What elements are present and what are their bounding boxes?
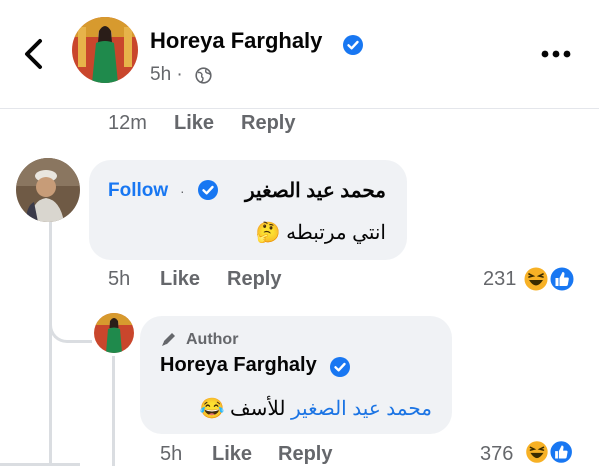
- laughing-emoji: 😂: [199, 398, 225, 420]
- avatar[interactable]: [16, 158, 80, 222]
- back-button[interactable]: [20, 36, 48, 72]
- haha-icon: [524, 439, 550, 465]
- reaction-icons[interactable]: [522, 264, 578, 294]
- like-button[interactable]: Like: [212, 443, 252, 466]
- reaction-count[interactable]: 231: [483, 268, 516, 291]
- thread-line: [49, 222, 52, 466]
- reply-time[interactable]: 5h: [160, 443, 182, 466]
- page-title[interactable]: Horeya Farghaly: [150, 28, 322, 54]
- comment-time[interactable]: 12m: [108, 112, 147, 135]
- like-button[interactable]: Like: [174, 112, 214, 135]
- reply-connector: [49, 300, 92, 343]
- like-icon: [548, 265, 576, 293]
- reply-body: للأسف: [229, 398, 286, 420]
- reply-thread-line: [112, 356, 115, 466]
- author-label: Author: [186, 331, 239, 348]
- comment-time[interactable]: 5h: [108, 268, 130, 291]
- meta-separator: ·: [176, 64, 183, 85]
- like-button[interactable]: Like: [160, 268, 200, 291]
- pencil-icon: [160, 330, 178, 348]
- reply-button[interactable]: Reply: [278, 443, 332, 466]
- commenter-name[interactable]: Horeya Farghaly: [160, 354, 317, 377]
- more-options-button[interactable]: [540, 46, 572, 59]
- mention-link[interactable]: محمد عيد الصغير: [291, 398, 432, 420]
- verified-icon: [330, 357, 350, 377]
- reply-button[interactable]: Reply: [227, 268, 281, 291]
- reply-button[interactable]: Reply: [241, 112, 295, 135]
- globe-icon: [195, 67, 212, 84]
- post-meta: 5h ·: [150, 64, 183, 86]
- avatar[interactable]: [94, 313, 134, 353]
- more-horizontal-icon[interactable]: [540, 49, 572, 59]
- reaction-count[interactable]: 376: [480, 443, 513, 466]
- thinking-emoji: 🤔: [255, 222, 281, 244]
- verified-icon: [343, 35, 363, 55]
- chevron-left-icon[interactable]: [20, 36, 48, 72]
- reply-text: محمد عيد الصغير للأسف 😂: [199, 396, 432, 421]
- comment-text: انتي مرتبطه 🤔: [256, 220, 386, 245]
- verified-icon: [198, 180, 218, 200]
- comment-body: انتي مرتبطه: [286, 222, 386, 244]
- header-divider: [0, 108, 599, 109]
- follow-separator: ·: [180, 183, 185, 199]
- comment-bubble: [89, 160, 407, 260]
- follow-button[interactable]: Follow: [108, 180, 168, 202]
- haha-icon: [522, 265, 550, 293]
- reaction-icons[interactable]: [522, 438, 578, 466]
- like-icon: [548, 439, 574, 465]
- post-time[interactable]: 5h: [150, 64, 171, 85]
- commenter-name[interactable]: محمد عيد الصغير: [245, 178, 386, 203]
- avatar[interactable]: [72, 17, 138, 83]
